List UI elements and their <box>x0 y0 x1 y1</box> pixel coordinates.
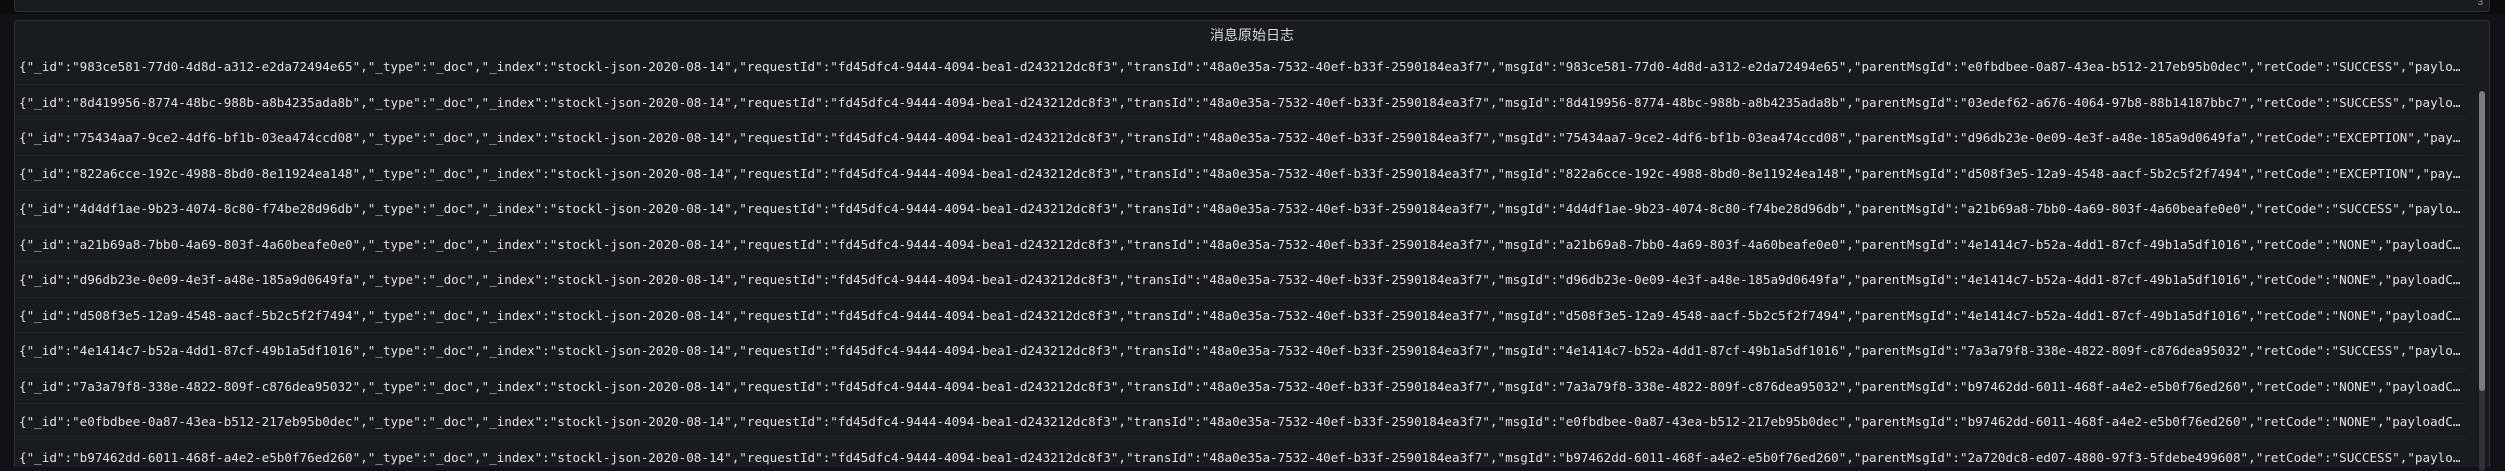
log-scrollbar[interactable] <box>2479 91 2485 471</box>
page-indicator: 3 <box>2477 0 2483 8</box>
log-row[interactable]: {"_id":"d96db23e-0e09-4e3f-a48e-185a9d06… <box>15 262 2469 298</box>
log-row[interactable]: {"_id":"983ce581-77d0-4d8d-a312-e2da7249… <box>15 49 2469 85</box>
log-row[interactable]: {"_id":"d508f3e5-12a9-4548-aacf-5b2c5f2f… <box>15 298 2469 333</box>
log-list: {"_id":"983ce581-77d0-4d8d-a312-e2da7249… <box>15 49 2469 468</box>
panel-title[interactable]: 消息原始日志 <box>15 21 2489 49</box>
log-row[interactable]: {"_id":"8d419956-8774-48bc-988b-a8b4235a… <box>15 85 2469 120</box>
log-panel: 消息原始日志 {"_id":"983ce581-77d0-4d8d-a312-e… <box>14 20 2490 471</box>
scrollbar-thumb[interactable] <box>2479 91 2485 391</box>
log-row[interactable]: {"_id":"a21b69a8-7bb0-4a69-803f-4a60beaf… <box>15 227 2469 262</box>
log-row[interactable]: {"_id":"e0fbdbee-0a87-43ea-b512-217eb95b… <box>15 404 2469 440</box>
log-row[interactable]: {"_id":"4d4df1ae-9b23-4074-8c80-f74be28d… <box>15 191 2469 227</box>
log-row[interactable]: {"_id":"4e1414c7-b52a-4dd1-87cf-49b1a5df… <box>15 333 2469 369</box>
log-row[interactable]: {"_id":"b97462dd-6011-468f-a4e2-e5b0f76e… <box>15 440 2469 469</box>
log-row[interactable]: {"_id":"75434aa7-9ce2-4df6-bf1b-03ea474c… <box>15 120 2469 156</box>
top-panel: 3 <box>14 0 2490 12</box>
log-row[interactable]: {"_id":"7a3a79f8-338e-4822-809f-c876dea9… <box>15 369 2469 404</box>
log-row[interactable]: {"_id":"822a6cce-192c-4988-8bd0-8e11924e… <box>15 156 2469 191</box>
